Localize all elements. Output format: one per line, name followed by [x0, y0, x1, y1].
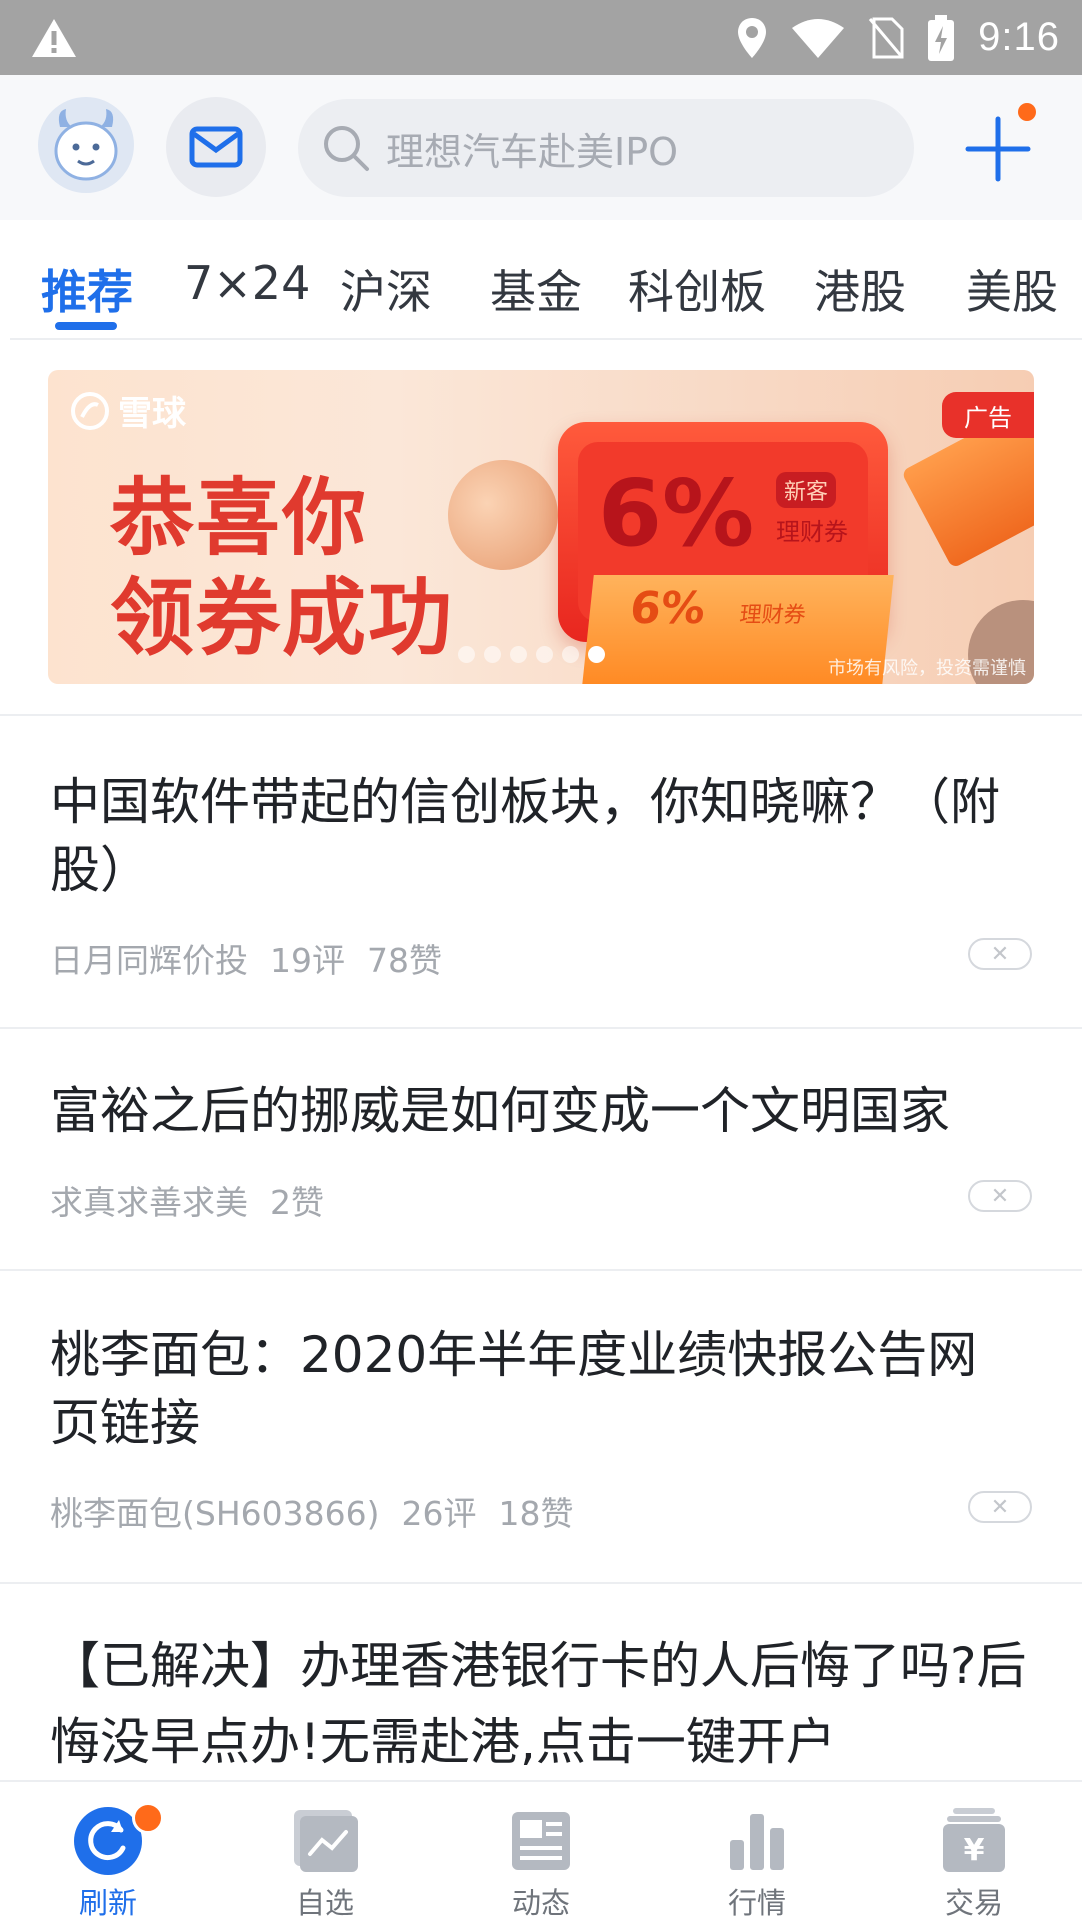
feed-item-author[interactable]: 日月同辉价投 [50, 934, 248, 982]
carousel-dot-active[interactable] [588, 646, 605, 663]
compose-button[interactable] [958, 99, 1042, 193]
feed-item-author[interactable]: 桃李面包(SH603866) [50, 1487, 379, 1535]
nav-label: 动态 [511, 1886, 570, 1920]
feed-item-title[interactable]: 桃李面包：2020年半年度业绩快报公告网页链接 [50, 1321, 1010, 1457]
mail-icon [189, 126, 243, 168]
banner-title-line2: 领券成功 [110, 569, 455, 667]
messages-button[interactable] [166, 97, 266, 197]
search-icon [324, 126, 369, 171]
battery-charging-icon [928, 14, 955, 61]
feed-item-title[interactable]: 富裕之后的挪威是如何变成一个文明国家 [50, 1077, 1040, 1145]
feed-item[interactable]: 富裕之后的挪威是如何变成一个文明国家 求真求善求美 2赞 ✕ [0, 1029, 1082, 1269]
carousel-dot[interactable] [510, 646, 527, 663]
carousel-dot[interactable] [484, 646, 501, 663]
nav-feed[interactable]: 动态 [471, 1792, 611, 1920]
banner-title: 恭喜你 领券成功 [110, 468, 454, 668]
coupon-label: 理财券 [776, 518, 848, 546]
coupon-percent: 6% [598, 460, 755, 567]
watchlist-icon [294, 1810, 358, 1872]
close-icon: ✕ [990, 941, 1010, 967]
feed-item-likes: 18赞 [498, 1494, 574, 1533]
dismiss-button[interactable]: ✕ [968, 1491, 1032, 1523]
svg-text:¥: ¥ [964, 1833, 985, 1868]
tab-recommend[interactable]: 推荐 [41, 256, 133, 322]
feed-item-likes: 2赞 [270, 1183, 324, 1222]
location-icon [738, 17, 767, 58]
bottom-navigation: 刷新 自选 动态 行情 ¥ 交易 [0, 1780, 1082, 1924]
notification-dot [1018, 103, 1036, 121]
wifi-icon [792, 18, 845, 58]
nav-label: 行情 [727, 1886, 786, 1920]
market-icon [730, 1814, 784, 1870]
ad-badge: 广告 [942, 392, 1034, 438]
nav-refresh[interactable]: 刷新 [38, 1792, 178, 1920]
tab-shanghai-shenzhen[interactable]: 沪深 [340, 256, 432, 322]
feed-item-ad[interactable]: 【已解决】办理香港银行卡的人后悔了吗?后悔没早点办!无需赴港,点击一键开户 [0, 1584, 1082, 1780]
close-icon: ✕ [990, 1183, 1010, 1209]
nav-watchlist[interactable]: 自选 [255, 1792, 395, 1920]
tab-7x24[interactable]: 7×24 [184, 256, 310, 310]
nav-label: 自选 [295, 1886, 354, 1920]
ticket-percent: 6% [627, 583, 708, 634]
category-tabs: 推荐 7×24 沪深 基金 科创板 港股 美股 [10, 220, 1082, 340]
banner-title-line1: 恭喜你 [110, 469, 369, 567]
risk-disclaimer: 市场有风险，投资需谨慎 [828, 658, 1026, 679]
feed-item-meta: 日月同辉价投 19评 78赞 [50, 934, 442, 982]
feed-item-author[interactable]: 求真求善求美 [50, 1176, 248, 1224]
feed-item[interactable]: 中国软件带起的信创板块，你知晓嘛？（附股） 日月同辉价投 19评 78赞 ✕ [0, 716, 1082, 1026]
search-placeholder: 理想汽车赴美IPO [386, 129, 679, 174]
carousel-indicator [458, 646, 605, 663]
nav-trade[interactable]: ¥ 交易 [904, 1792, 1044, 1920]
search-bar[interactable]: 理想汽车赴美IPO [298, 99, 914, 197]
xueqiu-logo-icon [71, 391, 109, 430]
carousel-dot[interactable] [562, 646, 579, 663]
active-tab-indicator [55, 322, 117, 330]
dismiss-button[interactable]: ✕ [968, 1180, 1032, 1212]
nav-label: 交易 [944, 1886, 1003, 1920]
tab-star-market[interactable]: 科创板 [628, 256, 766, 322]
close-icon: ✕ [990, 1494, 1010, 1520]
clock: 9:16 [978, 15, 1060, 59]
feed-item-meta: 桃李面包(SH603866) 26评 18赞 [50, 1487, 573, 1535]
tab-us-stocks[interactable]: 美股 [966, 256, 1058, 322]
warning-icon [32, 19, 76, 57]
carousel-dot[interactable] [458, 646, 475, 663]
dismiss-button[interactable]: ✕ [968, 938, 1032, 970]
tab-hk-stocks[interactable]: 港股 [814, 256, 906, 322]
carousel-dot[interactable] [536, 646, 553, 663]
feed-item-meta: 求真求善求美 2赞 [50, 1176, 324, 1224]
nav-label: 刷新 [78, 1886, 137, 1920]
xueqiu-logo: 雪球 [70, 386, 186, 435]
feed-item-title[interactable]: 【已解决】办理香港银行卡的人后悔了吗?后悔没早点办!无需赴港,点击一键开户 [50, 1628, 1040, 1780]
feed-icon [512, 1812, 570, 1870]
top-header: 理想汽车赴美IPO [0, 75, 1082, 220]
feed-item-comments: 26评 [401, 1494, 477, 1533]
avatar[interactable] [38, 97, 134, 193]
logo-text: 雪球 [118, 394, 186, 434]
nav-market[interactable]: 行情 [687, 1792, 827, 1920]
trade-icon: ¥ [943, 1808, 1005, 1872]
refresh-badge [132, 1802, 164, 1834]
feed-item-title[interactable]: 中国软件带起的信创板块，你知晓嘛？（附股） [50, 768, 1040, 904]
tab-funds[interactable]: 基金 [490, 256, 582, 322]
no-sim-icon [868, 17, 904, 58]
feed-item-comments: 19评 [270, 941, 345, 980]
feed-item[interactable]: 桃李面包：2020年半年度业绩快报公告网页链接 桃李面包(SH603866) 2… [0, 1271, 1082, 1581]
bull-avatar-icon [38, 97, 134, 193]
promo-banner[interactable]: 雪球 广告 恭喜你 领券成功 6% 新客 理财券 6% 理财券 市场有风险，投资… [48, 370, 1034, 684]
ticket-label: 理财券 [738, 603, 807, 628]
coupon-new-badge: 新客 [776, 472, 837, 508]
feed-item-likes: 78赞 [367, 941, 442, 980]
status-bar: 9:16 [0, 0, 1082, 75]
